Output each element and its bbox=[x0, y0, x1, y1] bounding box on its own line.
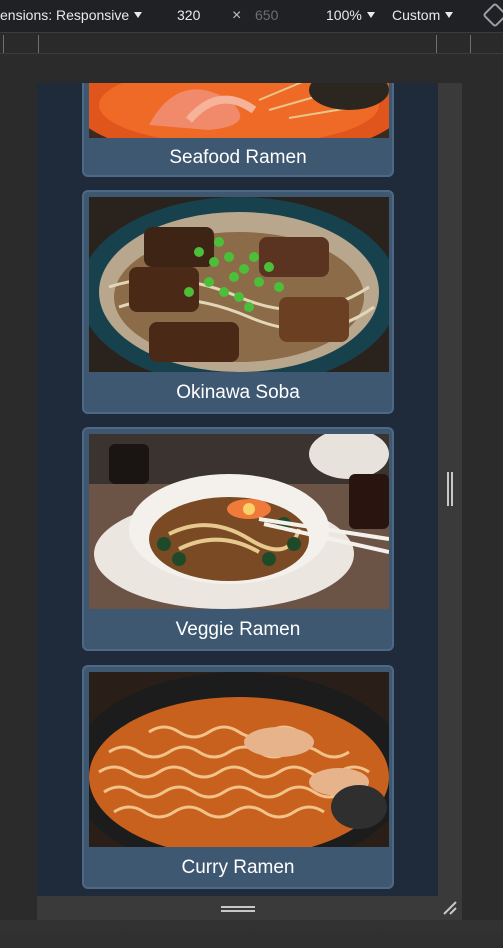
media-query-ruler bbox=[0, 32, 503, 54]
menu-card[interactable]: Curry Ramen bbox=[82, 665, 394, 889]
card-title: Seafood Ramen bbox=[169, 147, 307, 168]
corner-resize-icon[interactable] bbox=[442, 900, 458, 916]
menu-card[interactable]: Veggie Ramen bbox=[82, 427, 394, 651]
chevron-down-icon bbox=[445, 12, 454, 18]
card-title: Curry Ramen bbox=[181, 857, 295, 878]
zoom-label: 100% bbox=[326, 7, 362, 23]
zoom-dropdown[interactable]: 100% bbox=[326, 7, 375, 23]
chevron-down-icon bbox=[366, 12, 375, 18]
chevron-down-icon bbox=[134, 12, 143, 18]
ruler-tick bbox=[470, 35, 471, 53]
dimensions-label: ensions: Responsive bbox=[0, 7, 130, 23]
ruler-tick bbox=[38, 35, 39, 53]
card-title: Veggie Ramen bbox=[175, 619, 301, 640]
times-symbol: × bbox=[232, 7, 242, 24]
ruler-tick bbox=[3, 35, 4, 53]
width-input[interactable]: 320 bbox=[177, 7, 200, 23]
menu-card[interactable]: Okinawa Soba bbox=[82, 190, 394, 414]
device-toolbar: ensions: Responsive 320 × 650 100% Custo… bbox=[0, 0, 503, 32]
okinawa-soba-photo bbox=[89, 197, 389, 372]
rotate-icon[interactable] bbox=[482, 2, 503, 28]
width-resize-handle[interactable] bbox=[447, 472, 453, 506]
dimensions-dropdown[interactable]: ensions: Responsive bbox=[0, 7, 143, 23]
footer-strip bbox=[0, 920, 503, 948]
device-canvas: Seafood Ramen Okinawa Soba Veggie Ramen … bbox=[0, 55, 503, 921]
throttle-dropdown[interactable]: Custom bbox=[392, 7, 454, 23]
curry-ramen-photo bbox=[89, 672, 389, 847]
ruler-tick bbox=[436, 35, 437, 53]
menu-card[interactable]: Seafood Ramen bbox=[82, 83, 394, 177]
seafood-ramen-photo bbox=[89, 83, 389, 138]
card-title: Okinawa Soba bbox=[176, 382, 300, 403]
throttle-label: Custom bbox=[392, 7, 441, 23]
height-input[interactable]: 650 bbox=[255, 7, 278, 23]
page-viewport[interactable]: Seafood Ramen Okinawa Soba Veggie Ramen … bbox=[37, 83, 438, 896]
veggie-ramen-photo bbox=[89, 434, 389, 609]
height-resize-handle[interactable] bbox=[221, 906, 255, 912]
